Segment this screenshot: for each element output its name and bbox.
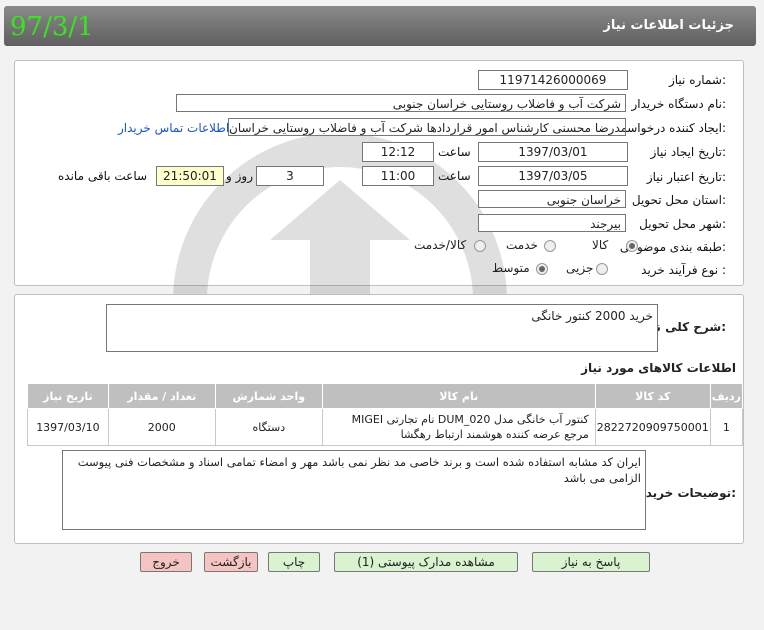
process-medium-radio[interactable] (536, 263, 548, 275)
view-attachments-button[interactable]: مشاهده مدارک پیوستی (1) (334, 552, 518, 572)
col-row: ردیف (709, 383, 744, 409)
buyer-org-field: شرکت آب و فاضلاب روستایی خراسان جنوبی (176, 94, 626, 112)
contact-info-link[interactable]: اطلاعات تماس خریدار (118, 121, 229, 135)
cell-row: 1 (709, 408, 744, 446)
col-qty: تعداد / مقدار (107, 383, 216, 409)
buyer-notes-field: ایران کد مشابه استفاده شده است و برند خا… (62, 450, 646, 530)
cell-name: کنتور آب خانگی مدل DUM_020 نام تجارتی MI… (321, 408, 596, 446)
buyer-org-label: نام دستگاه خریدار: (631, 97, 727, 111)
goods-table-header: ردیف کد کالا نام کالا واحد شمارش تعداد /… (27, 383, 744, 409)
city-label: شهر محل تحویل: (639, 217, 726, 231)
back-button[interactable]: بازگشت (204, 552, 258, 572)
goods-section-title: اطلاعات کالاهای مورد نیاز (581, 361, 736, 375)
category-goods-service-label: کالا/خدمت (414, 238, 467, 252)
cell-unit: دستگاه (214, 408, 323, 446)
days-remaining-field: 3 (256, 166, 324, 186)
created-time-field: 12:12 (362, 142, 434, 162)
category-goods-label: کالا (592, 238, 609, 252)
created-date-label: تاریخ ایجاد نیاز: (650, 145, 726, 159)
days-label: روز و (226, 169, 253, 183)
col-code: کد کالا (594, 383, 711, 409)
creator-label: ایجاد کننده درخواست: (615, 121, 726, 135)
category-service-label: خدمت (506, 238, 538, 252)
province-label: استان محل تحویل: (631, 193, 726, 207)
title-bar: جزئیات اطلاعات نیاز (4, 6, 756, 46)
goods-table: ردیف کد کالا نام کالا واحد شمارش تعداد /… (27, 383, 744, 446)
remaining-time-label: ساعت باقی مانده (58, 169, 148, 183)
creator-field: محمدرضا محسنی کارشناس امور قراردادها شرک… (228, 118, 626, 136)
exit-button[interactable]: خروج (140, 552, 192, 572)
table-row: 1 2822720909750001 کنتور آب خانگی مدل DU… (27, 408, 744, 446)
reply-button[interactable]: پاسخ به نیاز (532, 552, 650, 572)
process-minor-label: جزیی (566, 261, 594, 275)
process-minor-radio[interactable] (596, 263, 608, 275)
col-unit: واحد شمارش (214, 383, 323, 409)
summary-field: خرید 2000 کنتور خانگی (106, 304, 658, 352)
need-number-field: 11971426000069 (478, 70, 628, 90)
process-type-label: نوع فرآیند خرید : (641, 263, 726, 277)
city-field: بیرجند (478, 214, 626, 232)
buyer-notes-label: توضیحات خریدار: (634, 486, 736, 500)
cell-qty: 2000 (107, 408, 216, 446)
created-date-field: 1397/03/01 (478, 142, 628, 162)
created-time-label: ساعت (438, 145, 471, 159)
validity-date-label: تاریخ اعتبار نیاز: (646, 170, 726, 184)
remaining-time-field: 21:50:01 (156, 166, 224, 186)
province-field: خراسان جنوبی (478, 190, 626, 208)
page-title: جزئیات اطلاعات نیاز (603, 18, 734, 33)
validity-time-label: ساعت (438, 169, 471, 183)
category-goods-radio[interactable] (626, 240, 638, 252)
cell-code: 2822720909750001 (594, 408, 711, 446)
date-stamp: 97/3/1 (10, 12, 94, 42)
validity-time-field: 11:00 (362, 166, 434, 186)
cell-date: 1397/03/10 (27, 408, 109, 446)
validity-date-field: 1397/03/05 (478, 166, 628, 186)
category-service-radio[interactable] (544, 240, 556, 252)
col-name: نام کالا (321, 383, 596, 409)
print-button[interactable]: چاپ (268, 552, 320, 572)
category-goods-service-radio[interactable] (474, 240, 486, 252)
need-number-label: شماره نیاز: (668, 73, 726, 87)
col-date: تاریخ نیاز (27, 383, 109, 409)
process-medium-label: متوسط (492, 261, 530, 275)
